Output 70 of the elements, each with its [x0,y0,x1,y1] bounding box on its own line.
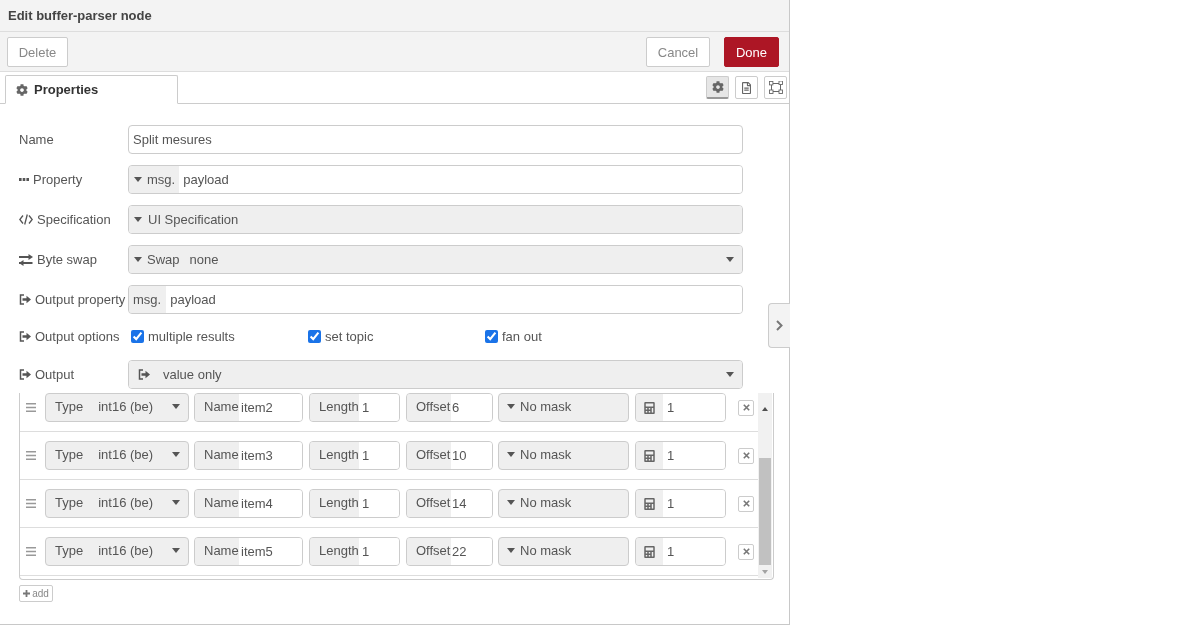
drag-handle-icon[interactable] [26,499,36,508]
sidebar-tab-button[interactable] [764,76,787,99]
type-select[interactable]: Type int16 (be) [45,537,189,566]
type-select[interactable]: Type int16 (be) [45,489,189,518]
specification-select[interactable]: UI Specification [129,206,742,233]
drag-handle-icon[interactable] [26,451,36,460]
field-label: Byte swap [37,252,97,267]
output-select[interactable]: value only [129,361,742,388]
caret-icon [726,372,734,377]
settings-icon [711,81,724,93]
field-label: Output options [35,328,120,344]
sign-out-icon [19,369,31,380]
ellipsis-icon [19,178,29,181]
frame-icon [768,81,783,94]
remove-button[interactable] [738,543,754,560]
field-label: Name [19,132,54,147]
mask-select[interactable]: No mask [498,393,629,422]
sidebar-toggle-button[interactable] [768,303,790,348]
caret-icon [507,404,515,409]
sign-out-icon [19,330,31,342]
cross-icon [742,500,750,507]
remove-button[interactable] [738,447,754,464]
document-icon [742,81,751,94]
sign-out-icon [19,294,31,305]
caret-icon [507,548,515,553]
sign-out-icon [138,369,150,380]
option-label: fan out [502,328,542,344]
caret-icon [172,404,180,409]
delete-button[interactable]: Delete [7,37,68,67]
checkbox[interactable] [131,329,144,343]
field-label: Output [35,367,75,382]
plus-icon [23,589,31,597]
mask-select[interactable]: No mask [498,537,629,566]
mask-select[interactable]: No mask [498,489,629,518]
caret-icon [172,452,180,457]
field-label: Property [33,172,83,187]
code-icon [19,214,33,225]
gear-icon [16,83,28,96]
caret-icon [172,548,180,553]
sidebar-tab-button[interactable] [735,76,758,99]
drag-handle-icon[interactable] [26,403,36,412]
field-label: Specification [37,212,111,227]
cancel-button[interactable]: Cancel [646,37,710,67]
tab[interactable]: Properties [5,75,178,104]
option-label: set topic [325,328,374,344]
caret-icon [172,500,180,505]
option-label: multiple results [148,328,235,344]
done-button[interactable]: Done [724,37,779,67]
dialog-title: Edit buffer-parser node [8,8,152,23]
add-button[interactable]: add [19,585,53,602]
caret-icon [507,452,515,457]
type-select[interactable]: Type int16 (be) [45,393,189,422]
chevron-right-icon [776,320,783,331]
caret-icon [134,217,142,222]
swap-arrows-icon [19,253,33,266]
checkbox[interactable] [485,329,498,343]
cross-icon [742,548,750,555]
scrollbar[interactable] [758,393,772,578]
remove-button[interactable] [738,495,754,512]
field-label: Output property [35,292,126,307]
drag-handle-icon[interactable] [26,547,36,556]
name-input[interactable]: Split mesures [128,125,743,154]
cross-icon [742,404,750,411]
checkbox[interactable] [308,329,321,343]
cross-icon [742,452,750,459]
sidebar-tab-button[interactable] [706,76,729,99]
caret-icon [507,500,515,505]
mask-select[interactable]: No mask [498,441,629,470]
type-select[interactable]: Type int16 (be) [45,441,189,470]
remove-button[interactable] [738,399,754,416]
